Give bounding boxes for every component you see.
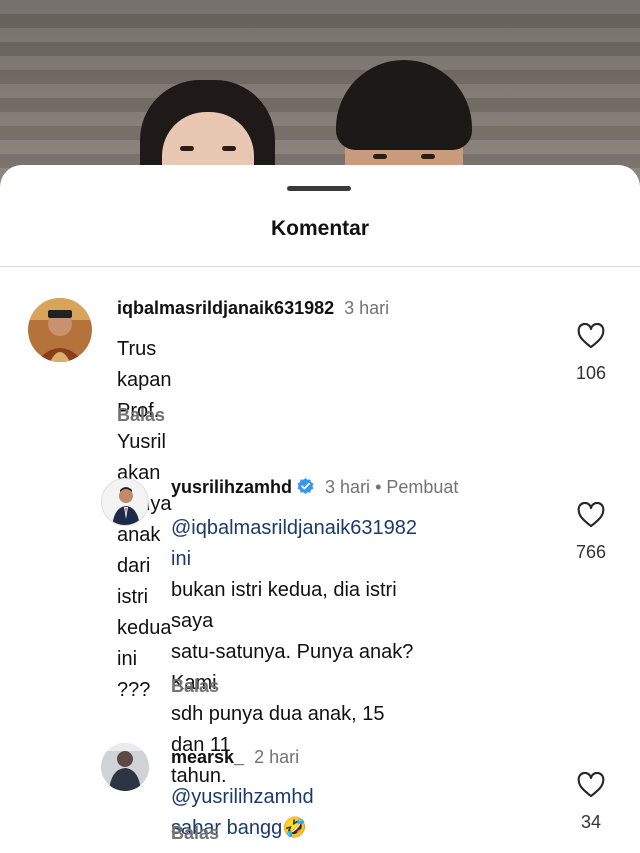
comments-sheet: Komentar iqbalmasrildjanaik631982 3 hari … <box>0 165 640 853</box>
avatar[interactable] <box>28 298 92 362</box>
sheet-drag-handle[interactable] <box>287 186 351 191</box>
creator-tag: • Pembuat <box>375 477 459 497</box>
comment-time: 2 hari <box>254 747 300 767</box>
like-control: 106 <box>566 323 616 384</box>
comment-username[interactable]: iqbalmasrildjanaik631982 <box>117 298 334 318</box>
heart-icon[interactable] <box>577 502 605 528</box>
comment-username[interactable]: yusrilihzamhd <box>171 477 292 497</box>
avatar[interactable] <box>101 478 149 526</box>
man-hair <box>336 60 472 150</box>
like-control: 34 <box>566 772 616 833</box>
like-count: 34 <box>580 812 602 832</box>
comment-meta: iqbalmasrildjanaik631982 3 hari <box>117 298 389 319</box>
like-control: 766 <box>566 502 616 563</box>
like-count: 106 <box>575 363 607 383</box>
like-count: 766 <box>575 542 607 562</box>
reply-button[interactable]: Balas <box>171 676 219 697</box>
heart-icon[interactable] <box>577 772 605 798</box>
heart-icon[interactable] <box>577 323 605 349</box>
header-divider <box>0 266 640 267</box>
avatar[interactable] <box>101 743 149 791</box>
comment-meta: yusrilihzamhd 3 hari • Pembuat <box>171 477 458 498</box>
reply-button[interactable]: Balas <box>117 405 165 426</box>
comment-meta: mearsk_ 2 hari <box>171 747 299 768</box>
comment-username[interactable]: mearsk_ <box>171 747 244 767</box>
mention-link[interactable]: @iqbalmasrildjanaik631982 ini <box>171 517 417 570</box>
comment-time: 3 hari <box>344 298 390 318</box>
reply-button[interactable]: Balas <box>171 823 219 844</box>
verified-badge-icon <box>297 477 314 495</box>
comment-time: 3 hari <box>325 477 371 497</box>
sheet-title: Komentar <box>270 217 370 240</box>
